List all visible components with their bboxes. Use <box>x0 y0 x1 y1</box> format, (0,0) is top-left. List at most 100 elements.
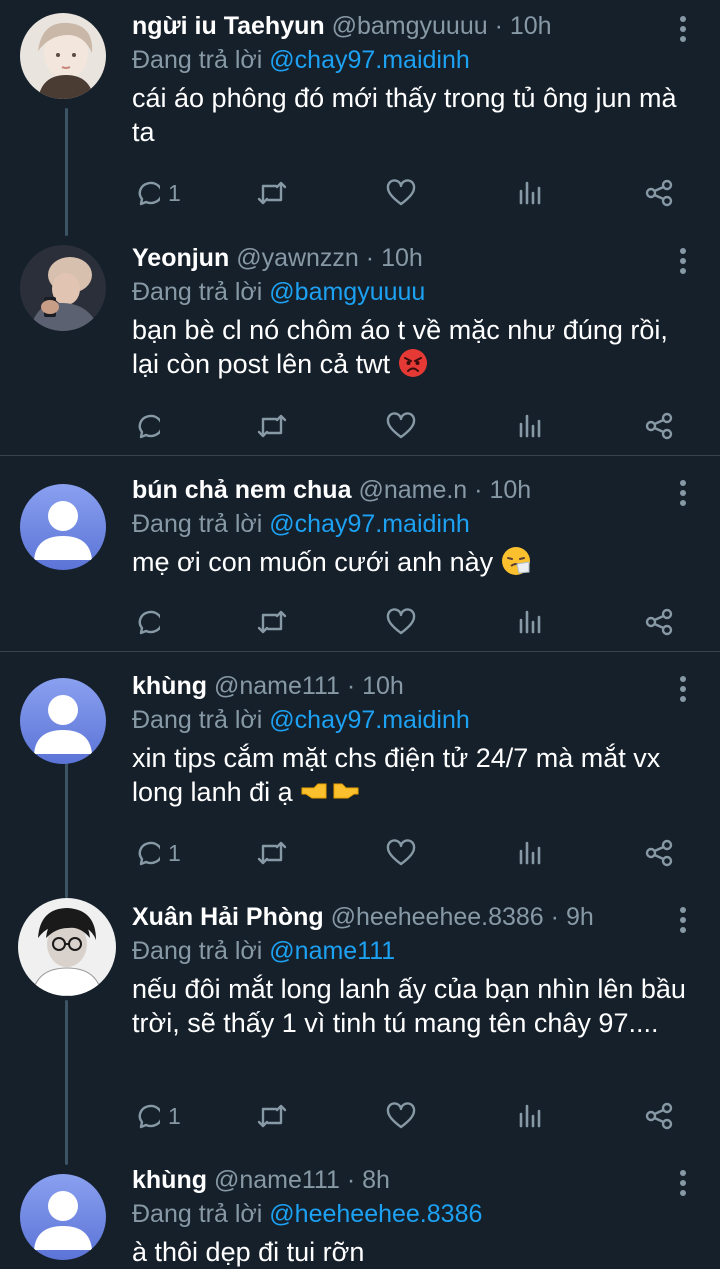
like-button[interactable] <box>386 604 416 640</box>
handle[interactable]: @bamgyuuuu <box>332 12 488 40</box>
display-name[interactable]: Yeonjun <box>132 244 229 272</box>
like-button[interactable] <box>386 175 416 211</box>
analytics-button[interactable] <box>517 1098 543 1134</box>
dot-separator: · <box>346 1166 356 1194</box>
reply-prefix: Đang trả lời <box>132 937 263 965</box>
heart-icon <box>386 1102 416 1129</box>
more-options-icon[interactable] <box>678 907 688 937</box>
like-button[interactable] <box>386 408 416 444</box>
tweet[interactable]: ngừi iu Taehyun @bamgyuuuu · 10h Đang tr… <box>0 0 720 230</box>
display-name[interactable]: ngừi iu Taehyun <box>132 12 325 40</box>
more-options-icon[interactable] <box>678 16 688 46</box>
timestamp[interactable]: 10h <box>381 244 423 272</box>
share-button[interactable] <box>644 408 674 444</box>
more-options-icon[interactable] <box>678 480 688 510</box>
reply-button[interactable]: 1 <box>132 835 181 871</box>
share-button[interactable] <box>644 1098 674 1134</box>
avatar[interactable] <box>18 898 116 996</box>
retweet-icon <box>257 610 287 634</box>
avatar[interactable] <box>20 1174 106 1260</box>
reply-mention[interactable]: @name111 <box>269 937 395 965</box>
reply-mention[interactable]: @heeheehee.8386 <box>269 1200 482 1228</box>
more-options-icon[interactable] <box>678 248 688 278</box>
replying-to: Đang trả lời @chay97.maidinh <box>132 44 692 76</box>
reply-button[interactable]: 1 <box>132 175 181 211</box>
timestamp[interactable]: 9h <box>566 903 594 931</box>
reply-mention[interactable]: @bamgyuuuu <box>269 278 425 306</box>
reply-button[interactable] <box>132 408 168 444</box>
reply-prefix: Đang trả lời <box>132 510 263 538</box>
avatar[interactable] <box>20 13 106 99</box>
more-options-icon[interactable] <box>678 676 688 706</box>
retweet-button[interactable] <box>256 604 288 640</box>
share-button[interactable] <box>644 175 674 211</box>
timestamp[interactable]: 10h <box>489 476 531 504</box>
tweet-text: mẹ ơi con muốn cưới anh này <box>132 545 692 579</box>
heart-icon <box>386 179 416 206</box>
display-name[interactable]: khùng <box>132 1166 207 1194</box>
handle[interactable]: @heeheehee.8386 <box>331 903 544 931</box>
timestamp[interactable]: 8h <box>362 1166 390 1194</box>
reply-icon <box>138 841 160 866</box>
reply-button[interactable] <box>132 604 168 640</box>
tweet[interactable]: khùng @name111 · 10h Đang trả lời @chay9… <box>0 660 720 885</box>
retweet-button[interactable] <box>256 1098 288 1134</box>
analytics-button[interactable] <box>517 604 543 640</box>
handle[interactable]: @name111 <box>214 1166 340 1194</box>
retweet-button[interactable] <box>256 408 288 444</box>
share-button[interactable] <box>644 604 674 640</box>
tweet-actions <box>132 408 692 444</box>
more-options-icon[interactable] <box>678 1170 688 1200</box>
tweet-text-content: xin tips cắm mặt chs điện tử 24/7 mà mắt… <box>132 743 661 807</box>
tweet[interactable]: khùng @name111 · 8h Đang trả lời @heehee… <box>0 1154 720 1269</box>
reply-button[interactable]: 1 <box>132 1098 181 1134</box>
timestamp[interactable]: 10h <box>510 12 552 40</box>
analytics-icon <box>519 1104 541 1128</box>
retweet-button[interactable] <box>256 175 288 211</box>
handle[interactable]: @yawnzzn <box>236 244 359 272</box>
tweet-text: bạn bè cl nó chôm áo t về mặc như đúng r… <box>132 313 692 381</box>
tweet-header: Yeonjun @yawnzzn · 10h <box>132 242 692 274</box>
handle[interactable]: @name111 <box>214 672 340 700</box>
replying-to: Đang trả lời @heeheehee.8386 <box>132 1198 692 1230</box>
like-button[interactable] <box>386 835 416 871</box>
reply-prefix: Đang trả lời <box>132 46 263 74</box>
tweet-text: xin tips cắm mặt chs điện tử 24/7 mà mắt… <box>132 741 692 809</box>
retweet-button[interactable] <box>256 835 288 871</box>
reply-mention[interactable]: @chay97.maidinh <box>269 706 470 734</box>
timestamp[interactable]: 10h <box>362 672 404 700</box>
reply-count: 1 <box>168 839 181 866</box>
share-icon <box>645 1102 673 1130</box>
share-button[interactable] <box>644 835 674 871</box>
reply-icon <box>138 610 160 635</box>
handle[interactable]: @name.n <box>358 476 467 504</box>
tweet-text-content: à thôi dẹp đi tui rỡn <box>132 1237 365 1267</box>
divider <box>0 455 720 456</box>
reply-icon <box>138 414 160 439</box>
reply-count: 1 <box>168 1102 181 1129</box>
analytics-button[interactable] <box>517 408 543 444</box>
analytics-icon <box>519 181 541 205</box>
tweet[interactable]: Yeonjun @yawnzzn · 10h Đang trả lời @bam… <box>0 232 720 454</box>
tweet-header: ngừi iu Taehyun @bamgyuuuu · 10h <box>132 10 692 42</box>
display-name[interactable]: khùng <box>132 672 207 700</box>
like-button[interactable] <box>386 1098 416 1134</box>
dot-separator: · <box>346 672 356 700</box>
display-name[interactable]: Xuân Hải Phòng <box>132 903 324 931</box>
reply-mention[interactable]: @chay97.maidinh <box>269 510 470 538</box>
heart-icon <box>386 608 416 635</box>
share-icon <box>645 179 673 207</box>
analytics-button[interactable] <box>517 175 543 211</box>
retweet-icon <box>257 1104 287 1128</box>
retweet-icon <box>257 414 287 438</box>
tweet[interactable]: Xuân Hải Phòng @heeheehee.8386 · 9h Đang… <box>0 891 720 1151</box>
display-name[interactable]: bún chả nem chua <box>132 476 351 504</box>
avatar[interactable] <box>20 245 106 331</box>
reply-mention[interactable]: @chay97.maidinh <box>269 46 470 74</box>
analytics-button[interactable] <box>517 835 543 871</box>
reply-icon <box>138 181 160 206</box>
avatar[interactable] <box>20 484 106 570</box>
avatar[interactable] <box>20 678 106 764</box>
dot-separator: · <box>474 476 483 504</box>
tweet[interactable]: bún chả nem chua @name.n · 10h Đang trả … <box>0 464 720 650</box>
